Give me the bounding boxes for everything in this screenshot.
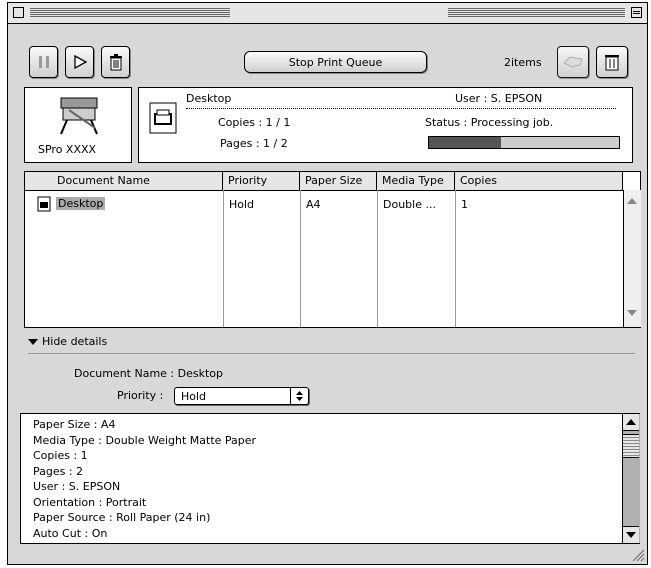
printer-icon (60, 97, 98, 135)
job-document-title: Desktop (186, 92, 232, 105)
column-header-priority[interactable]: Priority (223, 172, 300, 190)
hand-icon (563, 56, 583, 68)
trash-icon (605, 55, 619, 71)
pause-button[interactable] (29, 46, 58, 78)
stop-print-queue-button[interactable]: Stop Print Queue (244, 51, 427, 73)
title-stripes-left (30, 7, 230, 18)
hand-button[interactable] (557, 46, 589, 78)
document-icon (37, 196, 51, 212)
scroll-thumb[interactable] (623, 434, 639, 458)
delete-job-button[interactable] (101, 46, 130, 78)
details-info-line: Paper Size : A4 (33, 418, 116, 431)
row-paper-size: A4 (306, 198, 321, 211)
details-info-line: Paper Source : Roll Paper (24 in) (33, 511, 211, 524)
details-separator (28, 353, 635, 354)
job-table-body: Desktop Hold A4 Double ... 1 (25, 190, 623, 327)
row-copies: 1 (461, 198, 468, 211)
scroll-down-arrow (626, 532, 636, 538)
collapse-box[interactable] (631, 7, 642, 18)
details-info-line: Media Type : Double Weight Matte Paper (33, 433, 257, 447)
column-header-paper-size[interactable]: Paper Size (300, 172, 377, 190)
column-header-document-name[interactable]: Document Name (25, 172, 223, 190)
details-scrollbar[interactable] (622, 414, 640, 543)
details-info-line: Pages : 2 (33, 464, 84, 478)
details-info-line: Copies : 1 (33, 449, 88, 462)
scroll-down-button[interactable] (623, 526, 639, 543)
row-media-type: Double ... (383, 198, 436, 211)
play-icon (73, 54, 87, 70)
priority-label: Priority : (117, 389, 164, 402)
printer-name: SPro XXXX (38, 143, 97, 156)
trash-icon (109, 54, 122, 71)
title-stripes-right (448, 7, 625, 18)
print-queue-window: Stop Print Queue 2items SPro XXXX Deskto… (7, 2, 648, 565)
job-copies: Copies : 1 / 1 (218, 116, 291, 129)
title-divider (186, 108, 616, 109)
table-row[interactable]: Desktop Hold A4 Double ... 1 (25, 196, 623, 214)
close-box[interactable] (13, 7, 24, 18)
scroll-down-arrow[interactable] (627, 310, 637, 316)
column-header-media-type[interactable]: Media Type (377, 172, 455, 190)
priority-select-value: Hold (181, 390, 207, 403)
document-icon (149, 102, 177, 134)
priority-select[interactable]: Hold (174, 387, 309, 405)
item-count: 2items (504, 56, 542, 69)
updown-arrows-icon (296, 391, 303, 401)
row-document-name: Desktop (56, 197, 106, 210)
resize-grip-icon[interactable] (629, 546, 645, 562)
pause-icon (38, 56, 49, 68)
select-divider (290, 388, 291, 404)
job-user: User : S. EPSON (455, 92, 543, 105)
title-bar[interactable] (8, 3, 647, 24)
details-info-line: User : S. EPSON (33, 480, 121, 493)
details-info-panel: Paper Size : A4 Media Type : Double Weigh… (20, 413, 640, 544)
stop-print-queue-label: Stop Print Queue (288, 55, 383, 69)
resume-button[interactable] (65, 46, 94, 78)
delete-all-button[interactable] (596, 46, 628, 78)
disclosure-triangle-icon (28, 339, 38, 345)
job-status-panel: Desktop User : S. EPSON Copies : 1 / 1 P… (138, 87, 633, 163)
progress-bar-fill (429, 137, 502, 148)
job-table-header: Document Name Priority Paper Size Media … (25, 172, 623, 191)
details-info-line: Auto Cut : On (33, 526, 108, 540)
scroll-up-button[interactable] (623, 414, 639, 431)
row-priority: Hold (229, 198, 255, 211)
scroll-up-arrow (626, 419, 636, 425)
progress-bar (428, 136, 620, 149)
details-info-line: Orientation : Portrait (33, 495, 147, 509)
printer-panel: SPro XXXX (24, 87, 132, 163)
column-header-copies[interactable]: Copies (455, 172, 623, 190)
hide-details-label: Hide details (42, 335, 108, 348)
details-document-name: Document Name : Desktop (74, 367, 223, 380)
job-pages: Pages : 1 / 2 (220, 137, 288, 150)
job-status: Status : Processing job. (425, 116, 554, 129)
scroll-up-arrow[interactable] (627, 198, 637, 204)
table-scrollbar[interactable] (623, 190, 641, 327)
